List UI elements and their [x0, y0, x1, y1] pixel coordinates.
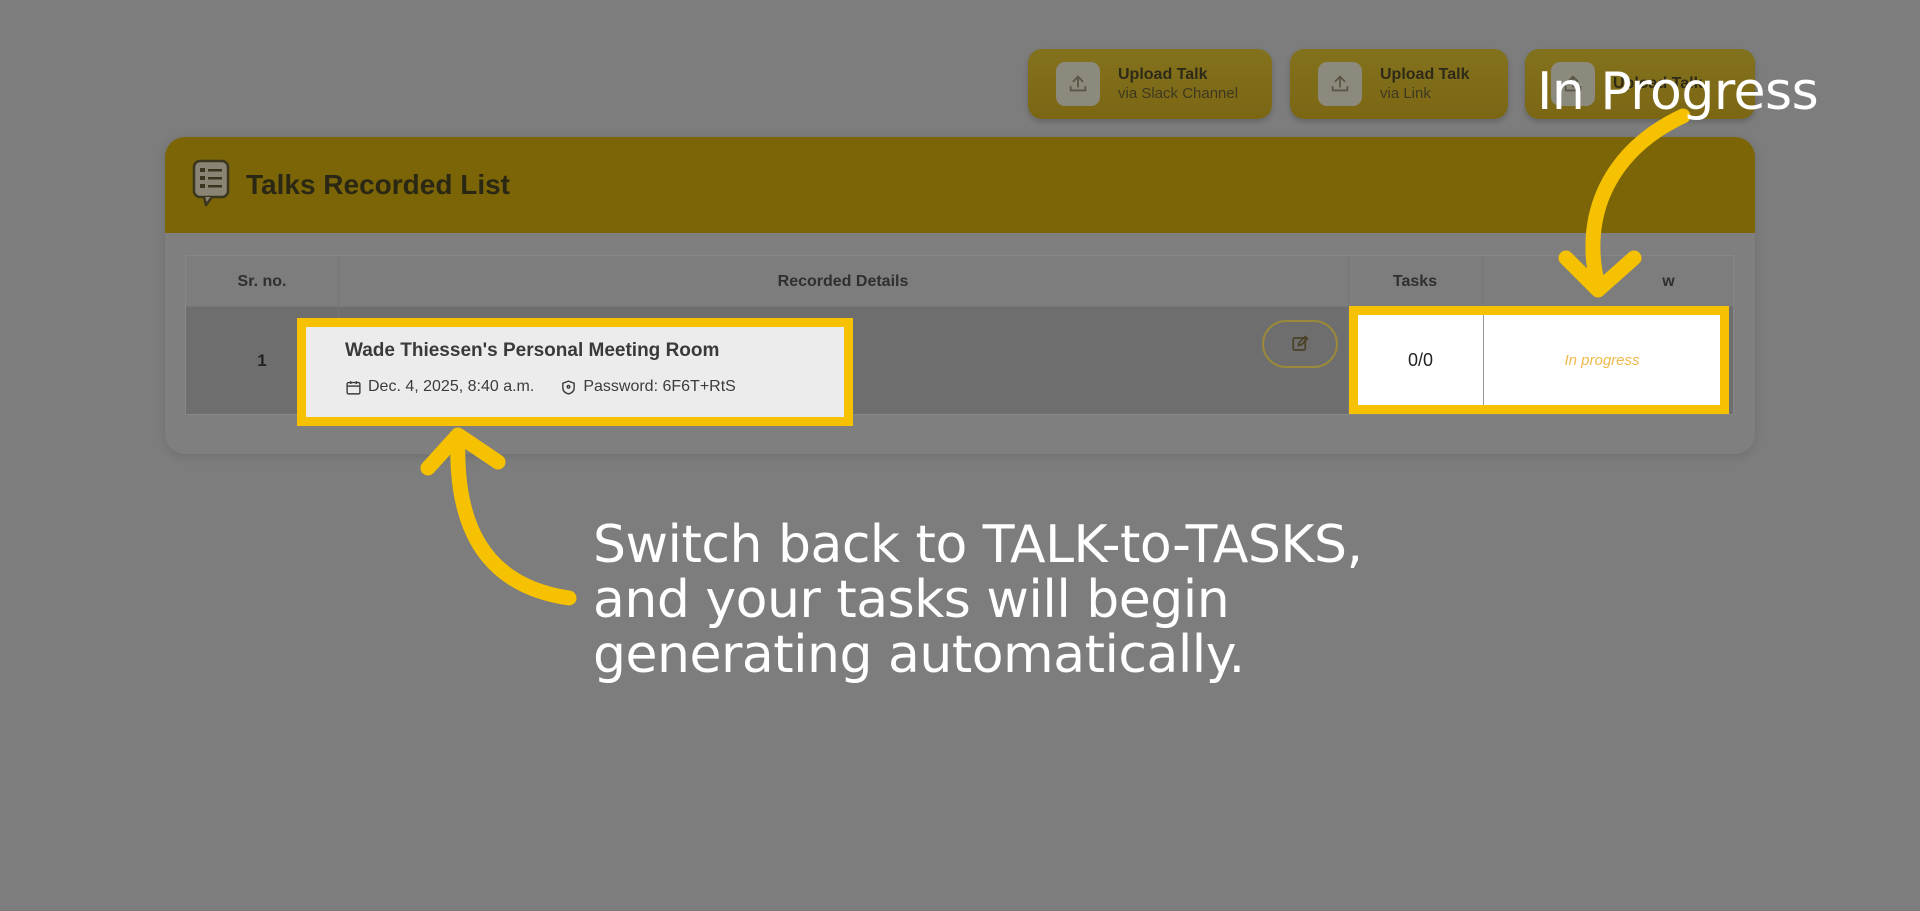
upload-button-title: Upload Talk [1380, 65, 1470, 83]
annotation-line: and your tasks will begin [593, 570, 1230, 630]
table-header-row: Sr. no. Recorded Details Tasks w [186, 256, 1733, 307]
upload-slack-button[interactable]: Upload Talk via Slack Channel [1028, 49, 1272, 119]
col-header-sr: Sr. no. [237, 272, 287, 290]
meeting-password: Password: 6F6T+RtS [583, 378, 736, 395]
card-title: Talks Recorded List [246, 169, 511, 200]
upload-icon [1056, 62, 1100, 106]
annotation-line: generating automatically. [593, 625, 1245, 685]
recorded-details-highlight[interactable]: Wade Thiessen's Personal Meeting Room De… [297, 318, 853, 426]
col-header-details: Recorded Details [777, 272, 909, 290]
status-in-progress: In progress [1564, 351, 1640, 369]
upload-button-subtitle: via Link [1380, 84, 1431, 102]
annotation-in-progress: In Progress [1537, 62, 1819, 122]
edit-icon [1292, 335, 1309, 351]
card-header: Talks Recorded List [165, 137, 1755, 233]
upload-button-subtitle: via Slack Channel [1118, 84, 1239, 102]
col-header-status: w [1662, 272, 1675, 290]
meeting-name: Wade Thiessen's Personal Meeting Room [345, 340, 720, 361]
upload-button-title: Upload Talk [1118, 65, 1208, 83]
task-count: 0/0 [1358, 315, 1484, 405]
col-header-tasks: Tasks [1392, 272, 1438, 290]
calendar-icon [346, 380, 361, 395]
meeting-date: Dec. 4, 2025, 8:40 a.m. [368, 378, 535, 395]
annotation-line: Switch back to TALK-to-TASKS, [593, 515, 1363, 575]
upload-link-button[interactable]: Upload Talk via Link [1290, 49, 1508, 119]
upload-icon [1318, 62, 1362, 106]
annotation-instruction: Switch back to TALK-to-TASKS, and your t… [593, 518, 1393, 683]
list-chat-icon [192, 159, 230, 212]
arrow-to-details [450, 430, 577, 606]
shield-icon [562, 379, 576, 395]
status-highlight: 0/0 In progress [1349, 306, 1729, 414]
edit-button[interactable] [1262, 320, 1338, 368]
